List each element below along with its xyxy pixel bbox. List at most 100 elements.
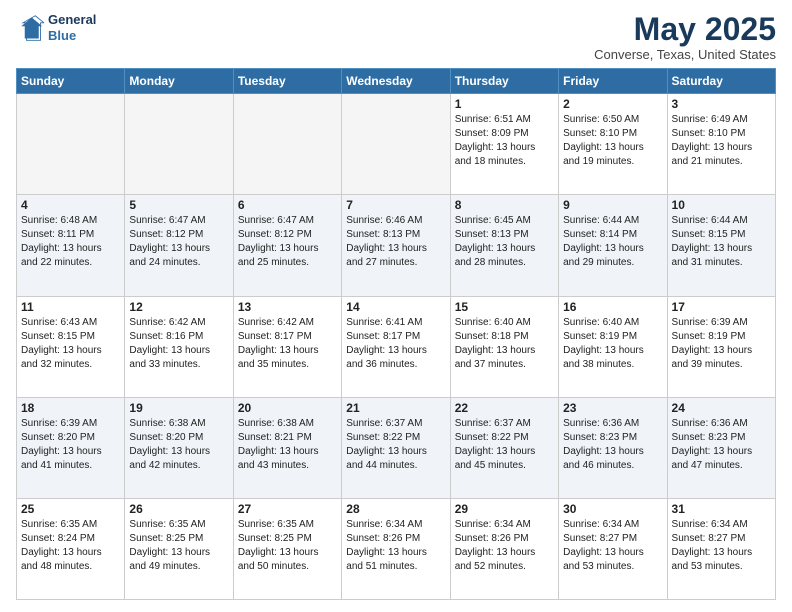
day-cell: 20 Sunrise: 6:38 AM Sunset: 8:21 PM Dayli… xyxy=(233,397,341,498)
col-header-saturday: Saturday xyxy=(667,69,775,94)
month-title: May 2025 xyxy=(594,12,776,47)
day-cell: 25 Sunrise: 6:35 AM Sunset: 8:24 PM Dayli… xyxy=(17,498,125,599)
day-cell: 18Sunrise: 6:39 AM Sunset: 8:20 PM Dayli… xyxy=(17,397,125,498)
day-number: 4 xyxy=(21,198,120,212)
day-number: 21 xyxy=(346,401,445,415)
day-number: 16 xyxy=(563,300,662,314)
day-info: Sunrise: 6:40 AM Sunset: 8:18 PM Dayligh… xyxy=(455,316,554,372)
day-cell: 7 Sunrise: 6:46 AM Sunset: 8:13 PM Daylig… xyxy=(342,195,450,296)
day-cell xyxy=(17,94,125,195)
day-cell: 30Sunrise: 6:34 AM Sunset: 8:27 PM Dayli… xyxy=(559,498,667,599)
day-cell: 9Sunrise: 6:44 AM Sunset: 8:14 PM Daylig… xyxy=(559,195,667,296)
day-cell: 28 Sunrise: 6:34 AM Sunset: 8:26 PM Dayli… xyxy=(342,498,450,599)
day-cell: 15Sunrise: 6:40 AM Sunset: 8:18 PM Dayli… xyxy=(450,296,558,397)
calendar-table: SundayMondayTuesdayWednesdayThursdayFrid… xyxy=(16,68,776,600)
day-info: Sunrise: 6:36 AM Sunset: 8:23 PM Dayligh… xyxy=(563,417,662,473)
day-cell: 10 Sunrise: 6:44 AM Sunset: 8:15 PM Dayli… xyxy=(667,195,775,296)
day-number: 5 xyxy=(129,198,228,212)
day-number: 31 xyxy=(672,502,771,516)
day-info: Sunrise: 6:44 AM Sunset: 8:15 PM Dayligh… xyxy=(672,214,771,270)
col-header-friday: Friday xyxy=(559,69,667,94)
day-info: Sunrise: 6:49 AM Sunset: 8:10 PM Dayligh… xyxy=(672,113,771,169)
day-cell xyxy=(342,94,450,195)
day-number: 25 xyxy=(21,502,120,516)
col-header-thursday: Thursday xyxy=(450,69,558,94)
day-info: Sunrise: 6:38 AM Sunset: 8:21 PM Dayligh… xyxy=(238,417,337,473)
day-info: Sunrise: 6:37 AM Sunset: 8:22 PM Dayligh… xyxy=(346,417,445,473)
week-row-3: 11 Sunrise: 6:43 AM Sunset: 8:15 PM Dayli… xyxy=(17,296,776,397)
day-number: 24 xyxy=(672,401,771,415)
day-cell: 14 Sunrise: 6:41 AM Sunset: 8:17 PM Dayli… xyxy=(342,296,450,397)
day-number: 2 xyxy=(563,97,662,111)
day-info: Sunrise: 6:50 AM Sunset: 8:10 PM Dayligh… xyxy=(563,113,662,169)
day-number: 20 xyxy=(238,401,337,415)
day-cell: 16 Sunrise: 6:40 AM Sunset: 8:19 PM Dayli… xyxy=(559,296,667,397)
location: Converse, Texas, United States xyxy=(594,47,776,62)
day-cell: 26Sunrise: 6:35 AM Sunset: 8:25 PM Dayli… xyxy=(125,498,233,599)
day-info: Sunrise: 6:43 AM Sunset: 8:15 PM Dayligh… xyxy=(21,316,120,372)
day-number: 17 xyxy=(672,300,771,314)
day-info: Sunrise: 6:47 AM Sunset: 8:12 PM Dayligh… xyxy=(238,214,337,270)
logo: General Blue xyxy=(16,12,96,43)
day-cell: 23 Sunrise: 6:36 AM Sunset: 8:23 PM Dayli… xyxy=(559,397,667,498)
day-number: 27 xyxy=(238,502,337,516)
day-cell: 1 Sunrise: 6:51 AM Sunset: 8:09 PM Daylig… xyxy=(450,94,558,195)
day-number: 11 xyxy=(21,300,120,314)
day-info: Sunrise: 6:40 AM Sunset: 8:19 PM Dayligh… xyxy=(563,316,662,372)
day-number: 18 xyxy=(21,401,120,415)
title-section: May 2025 Converse, Texas, United States xyxy=(594,12,776,62)
day-cell: 24 Sunrise: 6:36 AM Sunset: 8:23 PM Dayli… xyxy=(667,397,775,498)
day-cell: 17 Sunrise: 6:39 AM Sunset: 8:19 PM Dayli… xyxy=(667,296,775,397)
day-info: Sunrise: 6:39 AM Sunset: 8:19 PM Dayligh… xyxy=(672,316,771,372)
day-info: Sunrise: 6:38 AM Sunset: 8:20 PM Dayligh… xyxy=(129,417,228,473)
week-row-1: 1 Sunrise: 6:51 AM Sunset: 8:09 PM Daylig… xyxy=(17,94,776,195)
week-row-5: 25 Sunrise: 6:35 AM Sunset: 8:24 PM Dayli… xyxy=(17,498,776,599)
day-number: 1 xyxy=(455,97,554,111)
col-header-sunday: Sunday xyxy=(17,69,125,94)
day-info: Sunrise: 6:36 AM Sunset: 8:23 PM Dayligh… xyxy=(672,417,771,473)
day-info: Sunrise: 6:41 AM Sunset: 8:17 PM Dayligh… xyxy=(346,316,445,372)
day-number: 13 xyxy=(238,300,337,314)
day-info: Sunrise: 6:47 AM Sunset: 8:12 PM Dayligh… xyxy=(129,214,228,270)
day-number: 14 xyxy=(346,300,445,314)
day-info: Sunrise: 6:46 AM Sunset: 8:13 PM Dayligh… xyxy=(346,214,445,270)
day-info: Sunrise: 6:35 AM Sunset: 8:25 PM Dayligh… xyxy=(238,518,337,574)
day-info: Sunrise: 6:42 AM Sunset: 8:17 PM Dayligh… xyxy=(238,316,337,372)
day-number: 29 xyxy=(455,502,554,516)
col-header-tuesday: Tuesday xyxy=(233,69,341,94)
day-number: 8 xyxy=(455,198,554,212)
day-number: 7 xyxy=(346,198,445,212)
day-number: 26 xyxy=(129,502,228,516)
page: General Blue May 2025 Converse, Texas, U… xyxy=(0,0,792,612)
day-info: Sunrise: 6:37 AM Sunset: 8:22 PM Dayligh… xyxy=(455,417,554,473)
day-cell: 6Sunrise: 6:47 AM Sunset: 8:12 PM Daylig… xyxy=(233,195,341,296)
day-number: 3 xyxy=(672,97,771,111)
day-cell: 27 Sunrise: 6:35 AM Sunset: 8:25 PM Dayli… xyxy=(233,498,341,599)
logo-icon xyxy=(16,14,44,42)
day-number: 19 xyxy=(129,401,228,415)
day-cell: 19 Sunrise: 6:38 AM Sunset: 8:20 PM Dayli… xyxy=(125,397,233,498)
day-info: Sunrise: 6:44 AM Sunset: 8:14 PM Dayligh… xyxy=(563,214,662,270)
day-info: Sunrise: 6:34 AM Sunset: 8:26 PM Dayligh… xyxy=(346,518,445,574)
day-info: Sunrise: 6:35 AM Sunset: 8:24 PM Dayligh… xyxy=(21,518,120,574)
day-cell: 3 Sunrise: 6:49 AM Sunset: 8:10 PM Daylig… xyxy=(667,94,775,195)
day-cell: 29 Sunrise: 6:34 AM Sunset: 8:26 PM Dayli… xyxy=(450,498,558,599)
col-header-wednesday: Wednesday xyxy=(342,69,450,94)
day-cell xyxy=(233,94,341,195)
day-cell: 13 Sunrise: 6:42 AM Sunset: 8:17 PM Dayli… xyxy=(233,296,341,397)
day-number: 23 xyxy=(563,401,662,415)
day-cell: 21 Sunrise: 6:37 AM Sunset: 8:22 PM Dayli… xyxy=(342,397,450,498)
header-row: SundayMondayTuesdayWednesdayThursdayFrid… xyxy=(17,69,776,94)
day-info: Sunrise: 6:34 AM Sunset: 8:27 PM Dayligh… xyxy=(563,518,662,574)
day-info: Sunrise: 6:51 AM Sunset: 8:09 PM Dayligh… xyxy=(455,113,554,169)
day-cell: 8Sunrise: 6:45 AM Sunset: 8:13 PM Daylig… xyxy=(450,195,558,296)
day-cell xyxy=(125,94,233,195)
header: General Blue May 2025 Converse, Texas, U… xyxy=(16,12,776,62)
day-number: 10 xyxy=(672,198,771,212)
day-info: Sunrise: 6:34 AM Sunset: 8:26 PM Dayligh… xyxy=(455,518,554,574)
day-cell: 11 Sunrise: 6:43 AM Sunset: 8:15 PM Dayli… xyxy=(17,296,125,397)
day-cell: 12Sunrise: 6:42 AM Sunset: 8:16 PM Dayli… xyxy=(125,296,233,397)
day-number: 28 xyxy=(346,502,445,516)
day-info: Sunrise: 6:42 AM Sunset: 8:16 PM Dayligh… xyxy=(129,316,228,372)
day-info: Sunrise: 6:48 AM Sunset: 8:11 PM Dayligh… xyxy=(21,214,120,270)
